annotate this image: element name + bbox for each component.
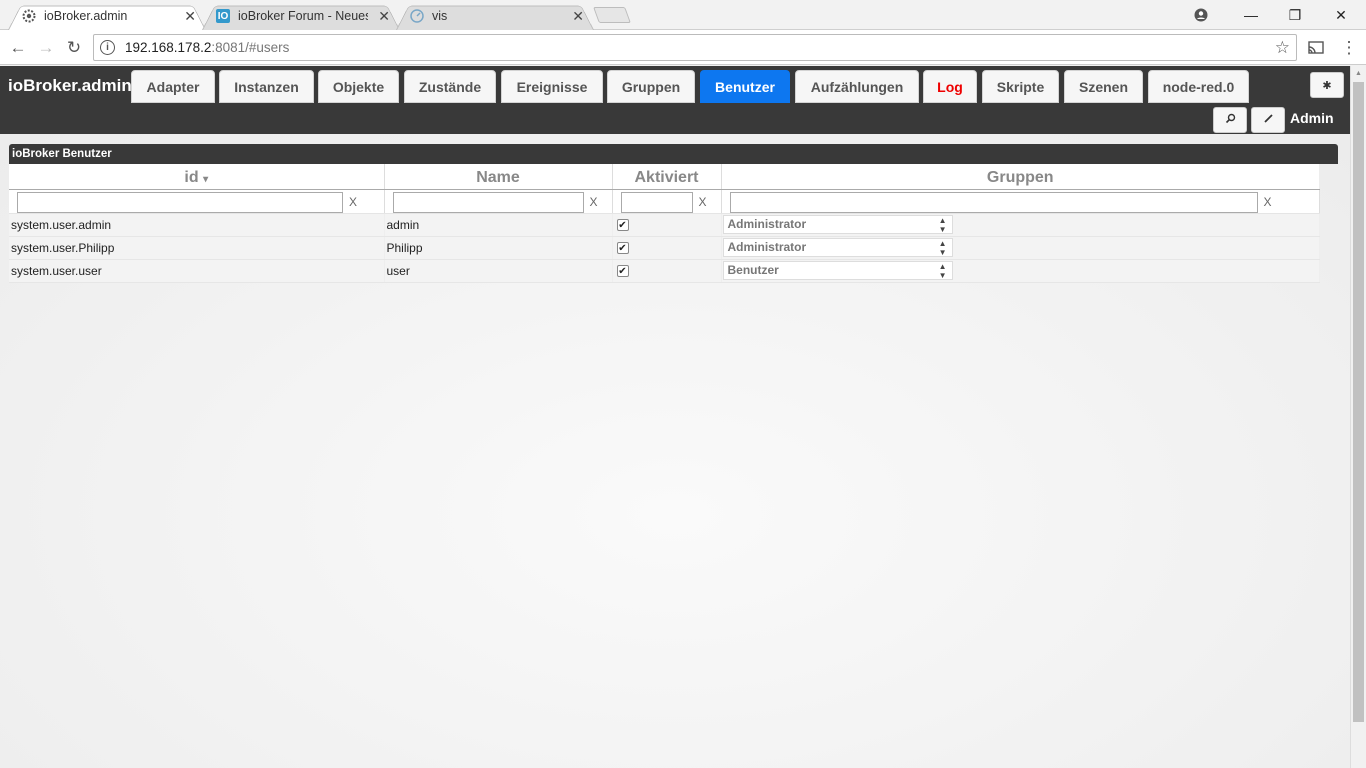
- edit-button[interactable]: [1251, 107, 1285, 133]
- browser-tab-vis[interactable]: vis ✕: [396, 2, 594, 30]
- cell-user-name: admin: [384, 213, 613, 237]
- profile-icon[interactable]: [1178, 0, 1224, 30]
- back-arrow-icon[interactable]: ←: [6, 36, 30, 60]
- tab-skripte[interactable]: Skripte: [982, 70, 1059, 103]
- browser-tab-title: ioBroker Forum - Neues: [238, 9, 368, 23]
- gear-icon: ✱: [1322, 79, 1332, 92]
- info-icon[interactable]: i: [100, 40, 115, 55]
- scrollbar-thumb[interactable]: [1353, 82, 1364, 722]
- filter-row: X X X X: [9, 189, 1320, 214]
- pencil-icon: [1263, 113, 1274, 127]
- reload-icon[interactable]: ↻: [62, 36, 86, 60]
- minimize-icon[interactable]: —: [1228, 0, 1274, 30]
- clear-filter-gruppen-button[interactable]: X: [1264, 195, 1272, 209]
- filter-aktiviert-input[interactable]: [620, 191, 693, 213]
- tab-adapter[interactable]: Adapter: [131, 70, 215, 103]
- clear-filter-aktiviert-button[interactable]: X: [699, 195, 707, 209]
- users-panel: ioBroker Benutzer id ▾ Name Aktiviert Gr…: [9, 144, 1338, 283]
- tab-instanzen[interactable]: Instanzen: [219, 70, 314, 103]
- group-select[interactable]: Benutzer ▲ ▼: [722, 261, 953, 280]
- tab-szenen[interactable]: Szenen: [1064, 70, 1143, 103]
- column-header-id[interactable]: id ▾: [9, 164, 385, 190]
- iobroker-logo-icon: IO: [216, 9, 230, 23]
- select-arrows-icon: ▲ ▼: [938, 262, 947, 280]
- browser-tab-title: ioBroker.admin: [44, 9, 128, 23]
- url-path: :8081/#users: [211, 40, 290, 55]
- panel-title: ioBroker Benutzer: [9, 144, 1338, 164]
- close-icon[interactable]: ✕: [184, 8, 196, 25]
- browser-toolbar: ← → ↻ i 192.168.178.2:8081/#users ☆ ⋮: [0, 30, 1366, 65]
- column-header-name[interactable]: Name: [384, 164, 613, 190]
- tab-gruppen[interactable]: Gruppen: [607, 70, 695, 103]
- select-arrows-icon: ▲ ▼: [938, 239, 947, 257]
- app-header: ioBroker.admin Adapter Instanzen Objekte…: [0, 66, 1350, 134]
- browser-tab-title: vis: [432, 9, 448, 23]
- column-header-aktiviert[interactable]: Aktiviert: [612, 164, 722, 190]
- url-host: 192.168.178.2: [125, 40, 212, 55]
- filter-id-input[interactable]: [17, 191, 343, 213]
- cell-user-id: system.user.admin: [9, 213, 385, 237]
- search-icon: [1225, 113, 1236, 127]
- cell-user-id: system.user.user: [9, 259, 385, 283]
- cast-icon[interactable]: [1304, 36, 1328, 60]
- filter-gruppen-input[interactable]: [729, 191, 1258, 213]
- settings-gear-button[interactable]: ✱: [1310, 72, 1344, 98]
- clear-filter-id-button[interactable]: X: [349, 195, 357, 209]
- scroll-up-icon[interactable]: ▲: [1355, 70, 1362, 77]
- search-button[interactable]: [1213, 107, 1247, 133]
- table-row[interactable]: system.user.Philipp Philipp ✔ Administra…: [9, 236, 1320, 260]
- bookmark-star-icon[interactable]: ☆: [1275, 38, 1290, 58]
- tab-objekte[interactable]: Objekte: [318, 70, 399, 103]
- users-table: id ▾ Name Aktiviert Gruppen X X X X syst…: [9, 164, 1320, 283]
- sort-desc-icon: ▾: [203, 173, 209, 185]
- tab-zustaende[interactable]: Zustände: [404, 70, 496, 103]
- table-row[interactable]: system.user.admin admin ✔ Administrator ▲…: [9, 213, 1320, 237]
- tab-ereignisse[interactable]: Ereignisse: [501, 70, 603, 103]
- user-label: Admin: [1290, 110, 1334, 126]
- app-brand: ioBroker.admin: [8, 76, 132, 95]
- tab-node-red[interactable]: node-red.0: [1148, 70, 1249, 103]
- tab-log[interactable]: Log: [923, 70, 977, 103]
- cell-user-name: user: [384, 259, 613, 283]
- cell-user-name: Philipp: [384, 236, 613, 260]
- enabled-checkbox[interactable]: ✔: [616, 242, 629, 255]
- column-header-gruppen[interactable]: Gruppen: [721, 164, 1319, 190]
- cell-user-id: system.user.Philipp: [9, 236, 385, 260]
- vis-gauge-icon: [410, 9, 424, 23]
- close-icon[interactable]: ✕: [572, 8, 584, 25]
- browser-tab-iobroker-forum[interactable]: IO ioBroker Forum - Neues ✕: [202, 2, 400, 30]
- menu-kebab-icon[interactable]: ⋮: [1337, 36, 1361, 60]
- enabled-checkbox[interactable]: ✔: [616, 265, 629, 278]
- browser-tabstrip: ioBroker.admin ✕ IO ioBroker Forum - Neu…: [0, 0, 1366, 30]
- tab-benutzer[interactable]: Benutzer: [700, 70, 790, 103]
- browser-tab-iobroker-admin[interactable]: ioBroker.admin ✕: [8, 2, 206, 30]
- filter-name-input[interactable]: [392, 191, 584, 213]
- select-arrows-icon: ▲ ▼: [938, 216, 947, 234]
- close-icon[interactable]: ✕: [378, 8, 390, 25]
- tab-aufzaehlungen[interactable]: Aufzählungen: [795, 70, 919, 103]
- gear-icon: [22, 9, 36, 23]
- restore-icon[interactable]: ❐: [1272, 0, 1318, 30]
- enabled-checkbox[interactable]: ✔: [616, 219, 629, 232]
- group-select[interactable]: Administrator ▲ ▼: [722, 215, 953, 234]
- address-bar[interactable]: i 192.168.178.2:8081/#users ☆: [93, 34, 1297, 61]
- main-content: ioBroker Benutzer id ▾ Name Aktiviert Gr…: [0, 134, 1350, 768]
- table-row[interactable]: system.user.user user ✔ Benutzer ▲ ▼: [9, 259, 1320, 283]
- group-select[interactable]: Administrator ▲ ▼: [722, 238, 953, 257]
- clear-filter-name-button[interactable]: X: [590, 195, 598, 209]
- forward-arrow-icon[interactable]: →: [34, 36, 58, 60]
- new-tab-button[interactable]: [593, 7, 631, 23]
- page-scrollbar[interactable]: ▲: [1350, 66, 1366, 768]
- window-close-icon[interactable]: ✕: [1318, 0, 1364, 30]
